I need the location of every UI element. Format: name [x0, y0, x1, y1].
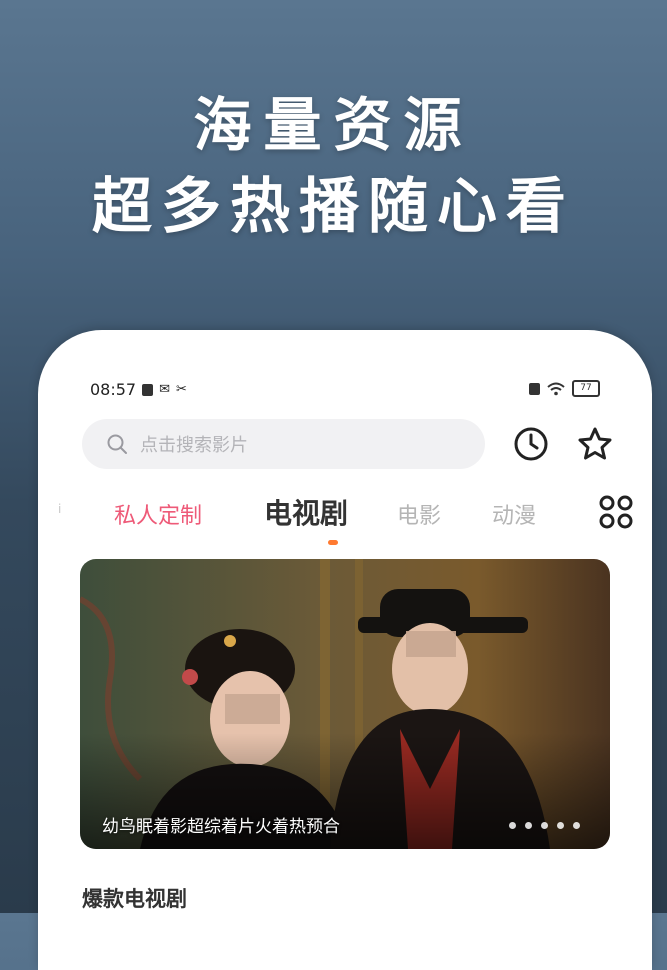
star-icon	[578, 427, 612, 460]
status-bar-right: 77	[529, 380, 600, 397]
sim-icon	[142, 383, 154, 396]
search-icon	[107, 434, 127, 454]
search-bar[interactable]: 点击搜索影片	[82, 419, 485, 469]
carousel-dot[interactable]	[573, 822, 580, 829]
battery-icon: 77	[572, 380, 600, 397]
tools-icon: ✂	[176, 382, 187, 397]
grid-menu-icon[interactable]	[598, 494, 634, 530]
promo-headline-1: 海量资源	[193, 91, 474, 159]
carousel-dot[interactable]	[525, 822, 532, 829]
wifi-icon	[547, 382, 565, 395]
history-button[interactable]	[512, 425, 550, 463]
promo-headline-2: 超多热播随心看	[92, 172, 575, 242]
phone-frame: 08:57 ✉ ✂ 77 点击搜索影片 i 私人定制 电视剧 电影 动漫 幼鸟眠…	[38, 330, 652, 970]
tab-previous[interactable]: i	[58, 502, 61, 516]
carousel-dot[interactable]	[509, 822, 516, 829]
tab-anime[interactable]: 动漫	[492, 498, 536, 530]
carousel-dots	[509, 822, 580, 829]
category-tabs: i 私人定制 电视剧 电影 动漫	[58, 492, 638, 545]
section-title: 爆款电视剧	[82, 887, 187, 911]
favorites-button[interactable]	[576, 425, 614, 463]
tab-tv-series[interactable]: 电视剧	[264, 492, 348, 532]
tab-movies[interactable]: 电影	[397, 498, 441, 530]
active-tab-indicator	[328, 540, 338, 545]
search-placeholder: 点击搜索影片	[140, 435, 248, 456]
carousel-dot[interactable]	[541, 822, 548, 829]
phone-status-icon	[529, 382, 540, 395]
status-time: 08:57	[90, 380, 137, 399]
banner-caption: 幼鸟眠着影超综着片火着热预合	[102, 817, 340, 837]
banner-image	[80, 559, 610, 849]
carousel-dot[interactable]	[557, 822, 564, 829]
featured-banner[interactable]: 幼鸟眠着影超综着片火着热预合	[80, 559, 610, 849]
status-bar-left: 08:57 ✉ ✂	[90, 380, 187, 399]
tab-custom[interactable]: 私人定制	[114, 498, 202, 530]
history-clock-icon	[514, 427, 548, 461]
message-icon: ✉	[159, 382, 171, 397]
